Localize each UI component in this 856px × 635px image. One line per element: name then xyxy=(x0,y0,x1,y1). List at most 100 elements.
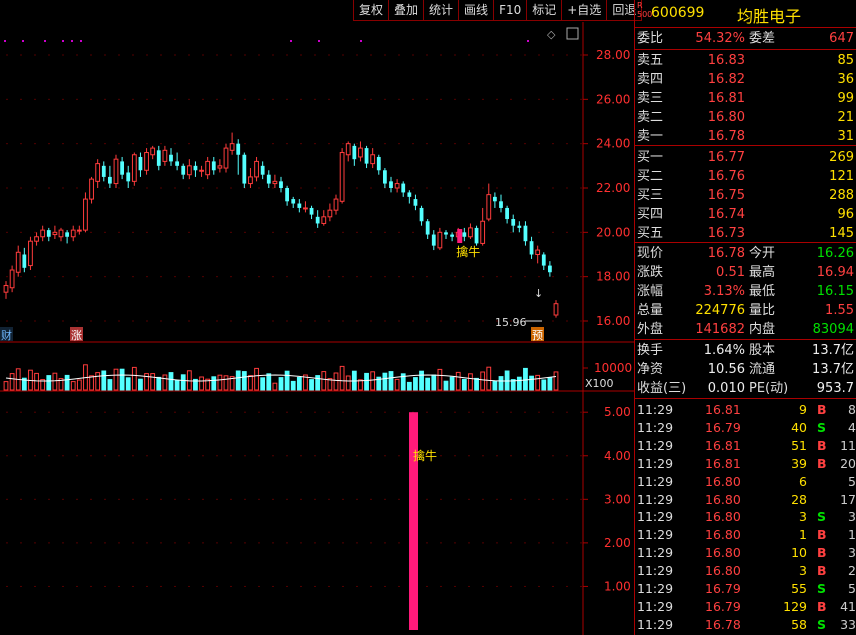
trade-volume: 9 xyxy=(799,402,807,417)
trade-time: 11:29 xyxy=(637,616,674,632)
candle-body-down xyxy=(352,145,357,160)
candle-body-down xyxy=(407,192,412,197)
dot-marker xyxy=(360,40,362,42)
bid-price: 16.76 xyxy=(707,169,745,184)
draw-line-button[interactable]: 画线 xyxy=(458,0,495,21)
trade-row[interactable]: 11:29 16.81 39 B 20 xyxy=(635,455,856,473)
trade-row[interactable]: 11:29 16.80 1 B 1 xyxy=(635,526,856,544)
fundamental-label: 换手 xyxy=(637,343,664,358)
bid-label: 买二 xyxy=(637,169,664,184)
trade-price: 16.80 xyxy=(705,509,741,525)
price-tick-label: 16.00 xyxy=(596,314,630,328)
trade-row[interactable]: 11:29 16.80 3 S 3 xyxy=(635,508,856,526)
ask-row[interactable]: 卖三 16.81 99 xyxy=(635,89,856,108)
bid-row[interactable]: 买四 16.74 96 xyxy=(635,205,856,224)
divider xyxy=(635,398,856,399)
quote-row: 现价 16.78 今开 16.26 xyxy=(635,244,856,263)
ask-label: 卖一 xyxy=(637,129,664,144)
volume-bar xyxy=(498,376,504,391)
fundamental-value: 13.7亿 xyxy=(812,343,854,358)
ask-row[interactable]: 卖一 16.78 31 xyxy=(635,127,856,146)
candle-body-up xyxy=(205,160,211,176)
volume-bar xyxy=(113,368,119,391)
bid-row[interactable]: 买二 16.76 121 xyxy=(635,167,856,186)
volume-bar xyxy=(455,371,461,391)
candle-body-up xyxy=(229,143,235,151)
fundamental-label: 股本 xyxy=(749,343,776,358)
quote-value: 16.94 xyxy=(816,265,854,280)
mark-button[interactable]: 标记 xyxy=(526,0,563,21)
ask-row[interactable]: 卖二 16.80 21 xyxy=(635,108,856,127)
candle-body-down xyxy=(46,230,51,237)
volume-bar xyxy=(523,367,528,391)
divider xyxy=(635,242,856,243)
trade-count: 41 xyxy=(840,598,856,614)
quote-label: 最高 xyxy=(749,265,776,280)
order-ratio-label: 委比 xyxy=(637,31,664,46)
candle-body-up xyxy=(9,269,15,289)
candle-body-up xyxy=(58,229,64,238)
ask-price: 16.82 xyxy=(707,72,745,87)
chart-area[interactable]: 28.00 26.00 24.00 22.00 20.00 18.00 16.00 擒牛 15.… xyxy=(0,0,634,635)
ask-row[interactable]: 卖四 16.82 36 xyxy=(635,70,856,89)
trade-row[interactable]: 11:29 16.79 129 B 41 xyxy=(635,598,856,616)
trade-count: 4 xyxy=(848,419,856,435)
candle-body-down xyxy=(444,232,448,235)
trade-row[interactable]: 11:29 16.80 28 17 xyxy=(635,491,856,509)
restore-rights-button[interactable]: 复权 xyxy=(353,0,390,21)
candle-body-up xyxy=(553,303,559,316)
candle-body-down xyxy=(413,199,418,206)
trade-row[interactable]: 11:29 16.80 6 5 xyxy=(635,473,856,491)
trade-row[interactable]: 11:29 16.81 9 B 8 xyxy=(635,401,856,419)
trade-volume: 58 xyxy=(791,616,807,632)
trade-side: B xyxy=(817,455,827,471)
statistics-button[interactable]: 统计 xyxy=(423,0,460,21)
trade-row[interactable]: 11:29 16.80 3 B 2 xyxy=(635,562,856,580)
candle-body-down xyxy=(315,216,320,224)
ask-volume: 85 xyxy=(837,53,854,68)
trade-time: 11:29 xyxy=(637,491,674,507)
candle-body-up xyxy=(162,149,168,162)
dot-marker xyxy=(290,40,292,42)
trade-row[interactable]: 11:29 16.79 55 S 5 xyxy=(635,580,856,598)
volume-bar xyxy=(64,374,70,391)
candle-body-up xyxy=(272,180,278,185)
bid-row[interactable]: 买五 16.73 145 xyxy=(635,224,856,243)
volume-bar xyxy=(119,368,125,391)
candle-body-up xyxy=(95,163,101,182)
volume-bar xyxy=(382,372,388,391)
trade-volume: 129 xyxy=(783,598,807,614)
fundamental-label: PE(动) xyxy=(749,381,789,396)
candle-body-up xyxy=(113,158,119,185)
bid-row[interactable]: 买三 16.75 288 xyxy=(635,186,856,205)
trade-price: 16.79 xyxy=(705,419,741,435)
volume-bar xyxy=(345,375,351,391)
trade-side: B xyxy=(817,545,827,561)
candle-body-down xyxy=(419,207,424,222)
trade-volume: 55 xyxy=(791,581,807,596)
candle-body-down xyxy=(260,165,265,175)
ask-label: 卖四 xyxy=(637,72,664,87)
price-tick-label: 24.00 xyxy=(596,137,630,151)
trade-row[interactable]: 11:29 16.78 58 S 33 xyxy=(635,616,856,634)
add-watchlist-button[interactable]: +自选 xyxy=(561,0,608,21)
overlay-button[interactable]: 叠加 xyxy=(388,0,425,21)
candle-body-up xyxy=(480,220,486,244)
stock-name[interactable]: 均胜电子 xyxy=(737,3,801,27)
volume-bar xyxy=(431,374,437,391)
ask-row[interactable]: 卖五 16.83 85 xyxy=(635,51,856,70)
trade-time: 11:29 xyxy=(637,581,674,596)
volume-bar xyxy=(364,372,369,391)
trade-row[interactable]: 11:29 16.79 40 S 4 xyxy=(635,419,856,437)
bid-row[interactable]: 买一 16.77 269 xyxy=(635,148,856,167)
volume-bar xyxy=(516,376,522,391)
volume-unit: X100 xyxy=(585,377,614,390)
candle-body-up xyxy=(70,229,76,238)
trade-row[interactable]: 11:29 16.80 10 B 3 xyxy=(635,544,856,562)
stock-code[interactable]: 600699 xyxy=(651,5,704,21)
quote-row: 总量 224776 量比 1.55 xyxy=(635,301,856,320)
candle-body-down xyxy=(474,227,479,244)
trade-price: 16.80 xyxy=(705,563,741,579)
trade-row[interactable]: 11:29 16.81 51 B 11 xyxy=(635,437,856,455)
f10-button[interactable]: F10 xyxy=(493,0,528,21)
